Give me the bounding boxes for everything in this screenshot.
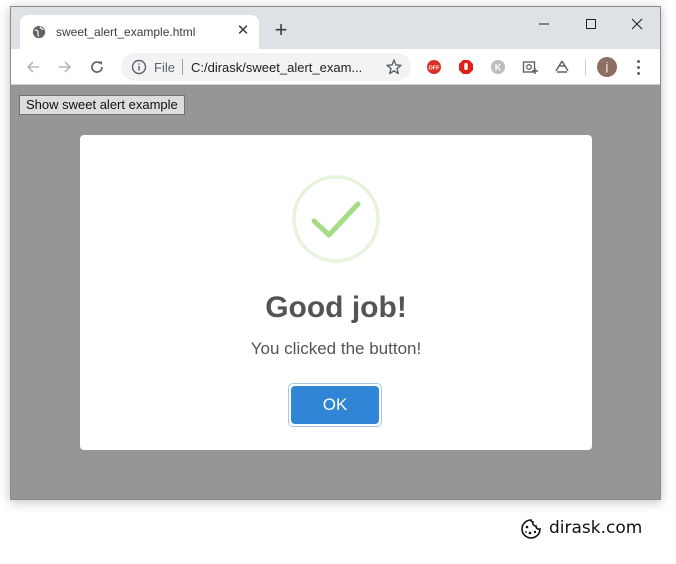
off-badge-icon: OFF [427, 60, 441, 74]
tab-close-icon[interactable]: ✕ [235, 23, 251, 39]
reload-icon [91, 61, 103, 73]
hand-stop-icon [459, 60, 473, 74]
browser-tab[interactable]: sweet_alert_example.html ✕ [20, 15, 259, 49]
browser-window: sweet_alert_example.html ✕ + File C:/dir… [10, 6, 661, 500]
url-text[interactable]: C:/dirask/sweet_alert_exam... [191, 60, 362, 75]
dirask-logo-text: dirask.com [549, 518, 643, 538]
toolbar-divider [585, 59, 586, 75]
ok-button-focus-ring: OK [288, 383, 382, 427]
ok-button[interactable]: OK [291, 386, 379, 424]
globe-icon [32, 25, 46, 39]
url-scheme-label: File [154, 60, 175, 75]
recycle-icon [555, 60, 569, 73]
profile-avatar[interactable]: j [597, 57, 617, 77]
k-badge-icon: K [491, 60, 505, 74]
maximize-icon [586, 19, 596, 29]
bookmark-star-icon[interactable] [385, 58, 403, 76]
cookie-icon [521, 519, 541, 539]
extension-screenshot-icon[interactable] [521, 58, 539, 76]
extension-k-icon[interactable]: K [489, 58, 507, 76]
extension-adblock-icon[interactable] [457, 58, 475, 76]
alert-title: Good job! [265, 291, 407, 324]
arrow-right-icon [59, 61, 72, 73]
sweet-alert-modal: Good job! You clicked the button! OK [80, 135, 592, 450]
tab-strip: sweet_alert_example.html ✕ + [11, 7, 660, 49]
minimize-icon [539, 23, 549, 25]
svg-text:OFF: OFF [429, 66, 441, 72]
svg-text:K: K [495, 63, 502, 73]
info-icon[interactable] [131, 59, 147, 75]
address-bar[interactable]: File C:/dirask/sweet_alert_exam... [121, 53, 411, 81]
menu-kebab-icon[interactable] [631, 58, 645, 76]
success-check-icon [292, 175, 380, 263]
address-divider [182, 59, 183, 75]
close-window-button[interactable] [614, 9, 660, 39]
forward-button[interactable] [54, 56, 76, 78]
tab-title: sweet_alert_example.html [56, 25, 196, 39]
browser-toolbar: File C:/dirask/sweet_alert_exam... OFF K… [11, 49, 660, 85]
page-viewport: Show sweet alert example Good job! You c… [11, 85, 660, 499]
extension-recycle-icon[interactable] [553, 58, 571, 76]
close-icon [631, 18, 643, 30]
minimize-button[interactable] [521, 9, 567, 39]
reload-button[interactable] [86, 56, 108, 78]
maximize-button[interactable] [568, 9, 614, 39]
new-tab-button[interactable]: + [270, 19, 292, 42]
arrow-left-icon [26, 61, 39, 73]
alert-message: You clicked the button! [250, 339, 422, 358]
extension-off-icon[interactable]: OFF [425, 58, 443, 76]
dirask-badge: dirask.com [512, 514, 650, 544]
camera-plus-icon [522, 61, 538, 74]
show-sweet-alert-button[interactable]: Show sweet alert example [19, 95, 185, 115]
back-button[interactable] [22, 56, 44, 78]
